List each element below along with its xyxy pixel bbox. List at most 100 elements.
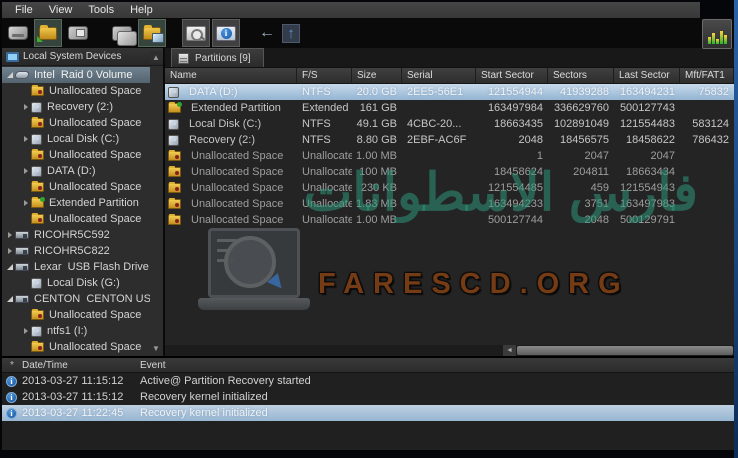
expand-arrow[interactable] [20, 168, 31, 174]
cell-fs: Unallocated [297, 214, 352, 226]
tree-item-label: CENTON CENTON USB [34, 293, 150, 305]
cell-serial: 2EE5-56E1 [402, 86, 476, 98]
table-row[interactable]: Unallocated SpaceUnallocated100 MB184586… [165, 164, 734, 180]
expand-arrow[interactable] [4, 72, 15, 78]
volume-icon [14, 71, 30, 79]
tree-item[interactable]: Intel Raid 0 Volume [2, 67, 150, 83]
equalizer-bar [712, 33, 715, 44]
log-row[interactable]: i2013-03-27 11:22:45Recovery kernel init… [2, 405, 734, 421]
table-row[interactable]: Unallocated SpaceUnallocated1.00 MB12047… [165, 148, 734, 164]
menu-help[interactable]: Help [123, 4, 160, 16]
tree-item[interactable]: ntfs1 (I:) [2, 323, 150, 339]
tree-item[interactable]: Unallocated Space [2, 147, 150, 163]
tree-scroll-down-button[interactable]: ▼ [150, 342, 162, 354]
cell-size: 1.00 MB [352, 214, 402, 226]
tree-scroll-up-button[interactable]: ▲ [150, 51, 162, 63]
table-row[interactable]: Extended PartitionExtended161 GB16349798… [165, 100, 734, 116]
unallocated-folder-icon [168, 215, 181, 225]
tree-item[interactable]: Unallocated Space [2, 179, 150, 195]
partition-name-label: Unallocated Space [191, 166, 283, 178]
column-header-size[interactable]: Size [352, 68, 402, 83]
cell-size: 230 KB [352, 182, 402, 194]
cell-last: 163494231 [614, 86, 680, 98]
cell-last: 121554483 [614, 118, 680, 130]
recover-partition-button[interactable] [138, 19, 166, 47]
table-row[interactable]: Unallocated SpaceUnallocated1.00 MB50012… [165, 212, 734, 228]
tree-item[interactable]: Unallocated Space [2, 83, 150, 99]
table-row[interactable]: Local Disk (C:)NTFS49.1 GB4CBC-20...1866… [165, 116, 734, 132]
tree-item[interactable]: DATA (D:) [2, 163, 150, 179]
expand-arrow[interactable] [20, 328, 31, 334]
up-level-icon: ↑ [282, 24, 300, 43]
create-disk-image-button[interactable] [64, 19, 92, 47]
expand-arrow[interactable] [4, 248, 15, 254]
log-row[interactable]: i2013-03-27 11:15:12Active@ Partition Re… [2, 373, 734, 389]
menu-tools[interactable]: Tools [81, 4, 121, 16]
unallocated-folder-icon [31, 86, 44, 96]
scan-volume-button[interactable] [34, 19, 62, 47]
disk-icon [31, 134, 42, 145]
cell-fs: Unallocated [297, 166, 352, 178]
cell-fs: NTFS [297, 134, 352, 146]
scroll-left-button[interactable]: ◄ [503, 345, 516, 356]
unallocated-folder-icon [168, 167, 181, 177]
scan-volume-icon [39, 27, 57, 40]
extended-partition-icon [168, 103, 181, 113]
column-header-last-sector[interactable]: Last Sector [614, 68, 680, 83]
expand-arrow[interactable] [4, 296, 15, 302]
create-disk-image-icon [68, 26, 88, 40]
table-row[interactable]: Recovery (2:)NTFS8.80 GB2EBF-AC6F2048184… [165, 132, 734, 148]
activity-equalizer-button[interactable] [702, 19, 732, 49]
tree-item[interactable]: Extended Partition [2, 195, 150, 211]
log-col-datetime[interactable]: Date/Time [22, 360, 140, 371]
column-header-sectors[interactable]: Sectors [548, 68, 614, 83]
tree-item[interactable]: Lexar USB Flash Drive [2, 259, 150, 275]
tree-item[interactable]: Local Disk (C:) [2, 131, 150, 147]
column-header-serial[interactable]: Serial [402, 68, 476, 83]
up-level-button[interactable]: ↑ [280, 22, 302, 44]
tree-item[interactable]: Recovery (2:) [2, 99, 150, 115]
tab-partitions[interactable]: Partitions [9] [171, 48, 264, 67]
disk-icon [31, 166, 42, 177]
column-header-start-sector[interactable]: Start Sector [476, 68, 548, 83]
menu-file[interactable]: File [8, 4, 40, 16]
tree-item[interactable]: Unallocated Space [2, 211, 150, 227]
local-disks-button[interactable] [108, 19, 136, 47]
log-col-event[interactable]: Event [140, 360, 734, 371]
cell-mft: 786432 [680, 134, 734, 146]
info-button[interactable] [212, 19, 240, 47]
unallocated-folder-icon [168, 199, 181, 209]
cell-name: Recovery (2:) [165, 134, 297, 146]
unallocated-folder-icon [168, 183, 181, 193]
cell-sectors: 204811 [548, 166, 614, 178]
column-header-f-s[interactable]: F/S [297, 68, 352, 83]
cell-name: Unallocated Space [165, 182, 297, 194]
tree-item[interactable]: Unallocated Space [2, 307, 150, 323]
tree-item[interactable]: Local Disk (G:) [2, 275, 150, 291]
cell-size: 100 MB [352, 166, 402, 178]
expand-arrow[interactable] [20, 200, 31, 206]
open-disk-image-button[interactable] [4, 19, 32, 47]
expand-arrow[interactable] [4, 264, 15, 270]
tree-item-label: Unallocated Space [49, 181, 141, 193]
cell-name: DATA (D:) [165, 86, 297, 98]
expand-arrow[interactable] [20, 104, 31, 110]
expand-arrow[interactable] [4, 232, 15, 238]
tree-item[interactable]: Unallocated Space [2, 115, 150, 131]
table-row[interactable]: Unallocated SpaceUnallocated230 KB121554… [165, 180, 734, 196]
table-row[interactable]: Unallocated SpaceUnallocated1.83 MB16349… [165, 196, 734, 212]
tree-item[interactable]: CENTON CENTON USB [2, 291, 150, 307]
table-row[interactable]: DATA (D:)NTFS20.0 GB2EE5-56E112155494441… [165, 84, 734, 100]
log-row[interactable]: i2013-03-27 11:15:12Recovery kernel init… [2, 389, 734, 405]
back-button[interactable]: ← [256, 22, 278, 44]
expand-arrow[interactable] [20, 136, 31, 142]
preview-button[interactable] [182, 19, 210, 47]
cell-fs: Extended [297, 102, 352, 114]
tree-item[interactable]: RICOHR5C592 [2, 227, 150, 243]
tree-item[interactable]: Unallocated Space [2, 339, 150, 355]
scroll-thumb[interactable] [517, 346, 733, 355]
column-header-name[interactable]: Name [165, 68, 297, 83]
column-header-mft-fat1[interactable]: Mft/FAT1 [680, 68, 734, 83]
menu-view[interactable]: View [42, 4, 80, 16]
tree-item[interactable]: RICOHR5C822 [2, 243, 150, 259]
